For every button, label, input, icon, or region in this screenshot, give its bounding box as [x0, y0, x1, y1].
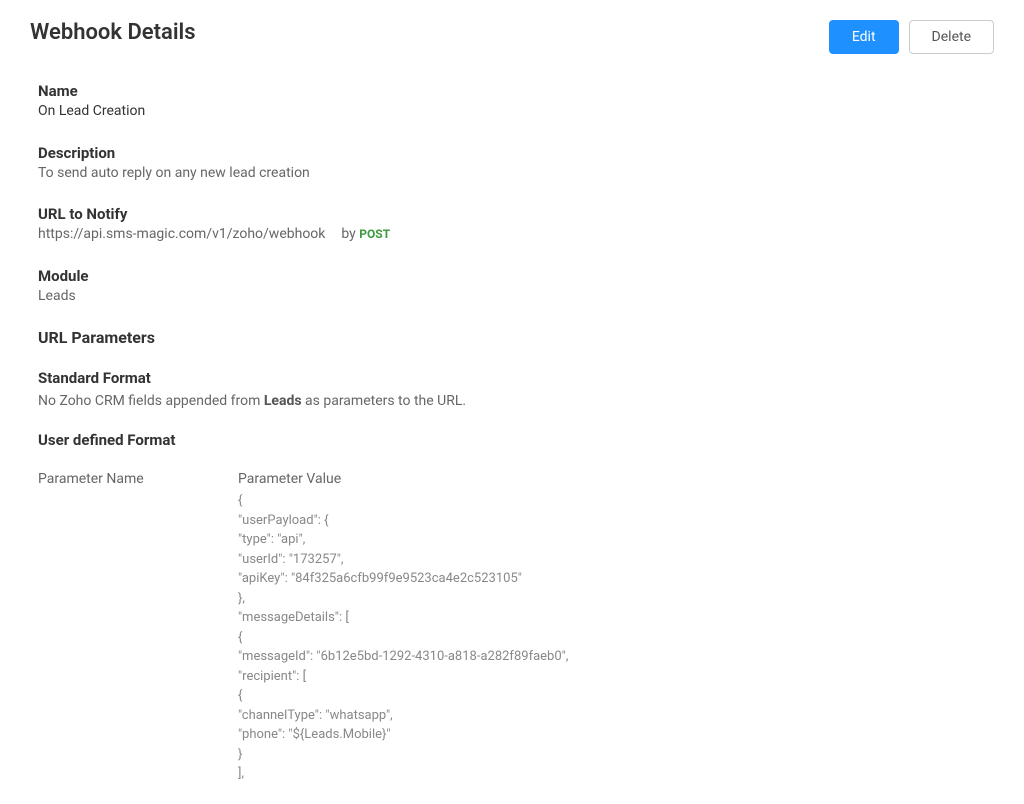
page-title: Webhook Details: [30, 20, 196, 45]
by-label: by: [341, 226, 355, 242]
url-parameters-heading: URL Parameters: [38, 328, 994, 347]
payload-code: { "userPayload": { "type": "api", "userI…: [238, 491, 994, 784]
method-badge: POST: [359, 227, 390, 241]
standard-format-text: No Zoho CRM fields appended from Leads a…: [38, 393, 994, 409]
name-value: On Lead Creation: [38, 102, 994, 122]
param-value-header: Parameter Value: [238, 471, 994, 487]
user-defined-heading: User defined Format: [38, 431, 994, 449]
module-label: Module: [38, 267, 994, 285]
standard-format-heading: Standard Format: [38, 369, 994, 387]
action-buttons: Edit Delete: [829, 20, 994, 54]
url-label: URL to Notify: [38, 205, 994, 223]
description-label: Description: [38, 144, 994, 162]
module-value: Leads: [38, 287, 994, 307]
description-value: To send auto reply on any new lead creat…: [38, 164, 994, 184]
name-label: Name: [38, 82, 994, 100]
param-name-header: Parameter Name: [38, 471, 238, 487]
url-value: https://api.sms-magic.com/v1/zoho/webhoo…: [38, 225, 325, 245]
delete-button[interactable]: Delete: [909, 20, 994, 54]
edit-button[interactable]: Edit: [829, 20, 899, 54]
